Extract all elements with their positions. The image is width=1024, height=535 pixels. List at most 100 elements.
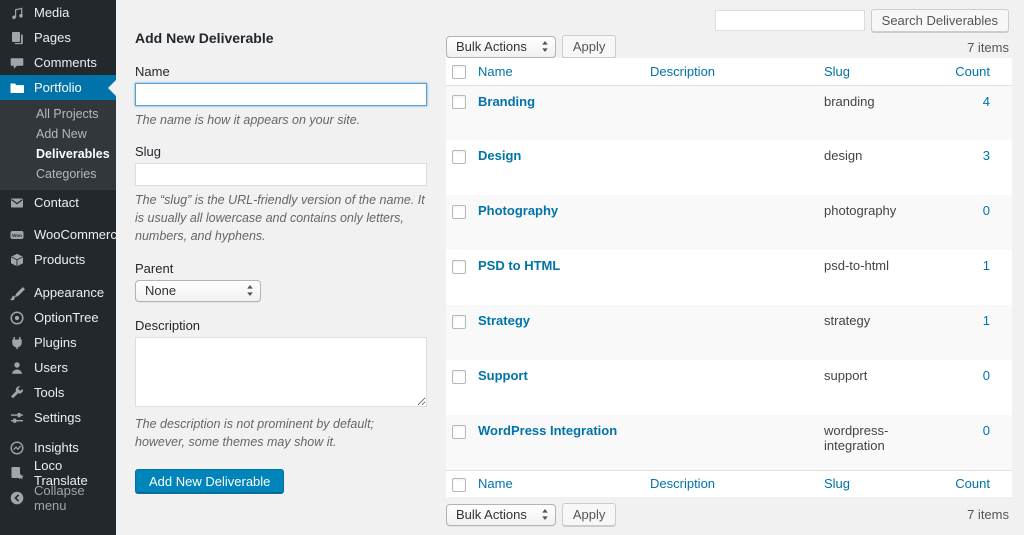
column-footer-slug[interactable]: Slug [820, 470, 940, 497]
term-count-link[interactable]: 3 [983, 148, 990, 163]
slug-field[interactable] [135, 163, 427, 186]
portfolio-submenu: All Projects Add New Deliverables Catego… [0, 100, 116, 190]
table-row: Photography photography 0 [446, 195, 1012, 250]
select-all-checkbox[interactable] [452, 478, 466, 492]
submenu-item-add-new[interactable]: Add New [0, 124, 116, 144]
description-label: Description [135, 318, 427, 333]
search-deliverables-button[interactable]: Search Deliverables [871, 9, 1009, 32]
pages-icon [9, 30, 25, 46]
items-count: 7 items [967, 507, 1012, 522]
term-count-link[interactable]: 0 [983, 368, 990, 383]
term-name-link[interactable]: PSD to HTML [478, 258, 560, 273]
submenu-item-all-projects[interactable]: All Projects [0, 104, 116, 124]
term-slug: design [820, 140, 940, 195]
sidebar-item-label: Comments [34, 55, 97, 70]
term-description [646, 195, 820, 250]
row-checkbox[interactable] [452, 370, 466, 384]
tablenav-bottom: Bulk Actions Apply 7 items [446, 503, 1012, 526]
sidebar-item-loco-translate[interactable]: Loco Translate [0, 460, 116, 485]
sidebar-item-optiontree[interactable]: OptionTree [0, 305, 116, 330]
sidebar-item-collapse-menu[interactable]: Collapse menu [0, 485, 116, 510]
column-header-name[interactable]: Name [474, 58, 646, 85]
sidebar-item-label: Insights [34, 440, 79, 455]
sidebar-item-media[interactable]: Media [0, 0, 116, 25]
apply-button-bottom[interactable]: Apply [562, 503, 617, 526]
row-checkbox[interactable] [452, 95, 466, 109]
sidebar-item-label: Settings [34, 410, 81, 425]
sidebar-item-woocommerce[interactable]: Woo WooCommerce [0, 222, 116, 247]
term-name-link[interactable]: Support [478, 368, 528, 383]
term-name-link[interactable]: Photography [478, 203, 558, 218]
woocommerce-icon: Woo [9, 227, 25, 243]
sidebar-item-label: Products [34, 252, 85, 267]
term-description [646, 305, 820, 360]
term-name-link[interactable]: Design [478, 148, 521, 163]
select-all-checkbox[interactable] [452, 65, 466, 79]
submenu-item-deliverables[interactable]: Deliverables [0, 144, 116, 164]
sidebar-item-settings[interactable]: Settings [0, 405, 116, 430]
sidebar-item-label: Appearance [34, 285, 104, 300]
term-name-link[interactable]: Branding [478, 94, 535, 109]
column-header-count[interactable]: Count [940, 58, 1012, 85]
items-count: 7 items [967, 40, 1009, 55]
name-field[interactable] [135, 83, 427, 106]
sidebar-item-label: WooCommerce [34, 227, 124, 242]
products-icon [9, 252, 25, 268]
table-row: WordPress Integration wordpress-integrat… [446, 415, 1012, 470]
row-checkbox[interactable] [452, 315, 466, 329]
sidebar-item-insights[interactable]: Insights [0, 435, 116, 460]
slug-help-text: The “slug” is the URL-friendly version o… [135, 191, 427, 245]
sidebar-item-products[interactable]: Products [0, 247, 116, 272]
sidebar-item-appearance[interactable]: Appearance [0, 280, 116, 305]
search-input[interactable] [715, 10, 865, 31]
deliverables-table: Name Description Slug Count Branding bra… [446, 58, 1012, 497]
sidebar-item-contact[interactable]: Contact [0, 190, 116, 215]
sidebar-item-users[interactable]: Users [0, 355, 116, 380]
add-new-deliverable-button[interactable]: Add New Deliverable [135, 469, 284, 494]
sidebar-item-comments[interactable]: Comments [0, 50, 116, 75]
sidebar-item-label: Tools [34, 385, 64, 400]
row-checkbox[interactable] [452, 260, 466, 274]
optiontree-icon [9, 310, 25, 326]
term-name-link[interactable]: WordPress Integration [478, 423, 617, 438]
parent-label: Parent [135, 261, 427, 276]
row-checkbox[interactable] [452, 205, 466, 219]
column-footer-count[interactable]: Count [940, 470, 1012, 497]
column-header-slug[interactable]: Slug [820, 58, 940, 85]
sidebar-item-plugins[interactable]: Plugins [0, 330, 116, 355]
apply-button[interactable]: Apply [562, 35, 617, 58]
sidebar-item-pages[interactable]: Pages [0, 25, 116, 50]
table-header-row: Name Description Slug Count [446, 58, 1012, 85]
term-count-link[interactable]: 1 [983, 258, 990, 273]
sidebar-item-tools[interactable]: Tools [0, 380, 116, 405]
table-row: Support support 0 [446, 360, 1012, 415]
add-deliverable-form: Add New Deliverable Name The name is how… [135, 30, 427, 494]
term-description [646, 250, 820, 305]
term-count-link[interactable]: 1 [983, 313, 990, 328]
table-row: Design design 3 [446, 140, 1012, 195]
contact-icon [9, 195, 25, 211]
sidebar-item-label: OptionTree [34, 310, 99, 325]
description-field[interactable] [135, 337, 427, 407]
term-count-link[interactable]: 4 [983, 94, 990, 109]
term-count-link[interactable]: 0 [983, 423, 990, 438]
term-slug: branding [820, 85, 940, 140]
parent-select[interactable]: None [135, 280, 261, 302]
term-name-link[interactable]: Strategy [478, 313, 530, 328]
column-footer-description[interactable]: Description [646, 470, 820, 497]
portfolio-icon [9, 80, 25, 96]
form-title: Add New Deliverable [135, 30, 427, 46]
submenu-item-categories[interactable]: Categories [0, 164, 116, 184]
term-count-link[interactable]: 0 [983, 203, 990, 218]
column-footer-name[interactable]: Name [474, 470, 646, 497]
svg-text:Woo: Woo [12, 232, 22, 237]
sidebar-item-label: Users [34, 360, 68, 375]
name-help-text: The name is how it appears on your site. [135, 111, 427, 129]
bulk-actions-select[interactable]: Bulk Actions [446, 36, 556, 58]
column-header-description[interactable]: Description [646, 58, 820, 85]
bulk-actions-select-bottom[interactable]: Bulk Actions [446, 504, 556, 526]
row-checkbox[interactable] [452, 425, 466, 439]
insights-icon [9, 440, 25, 456]
row-checkbox[interactable] [452, 150, 466, 164]
sidebar-item-portfolio[interactable]: Portfolio [0, 75, 116, 100]
